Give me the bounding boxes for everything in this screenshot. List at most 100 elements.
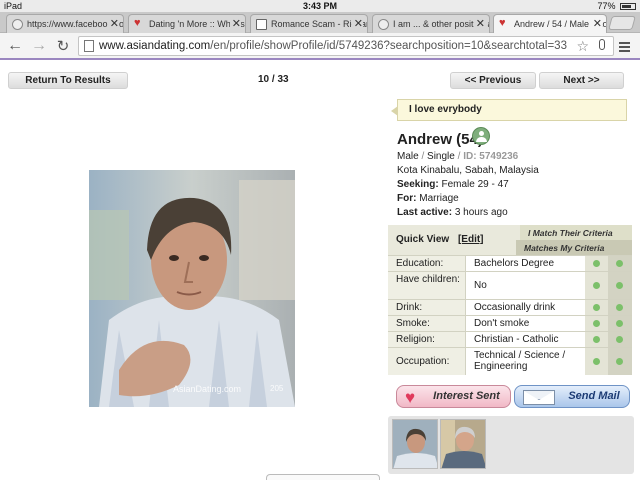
photo-watermark: AsianDating.com: [173, 384, 242, 394]
quick-view-row-drink: Drink: Occasionally drink: [388, 299, 632, 315]
battery-percent: 77%: [597, 1, 616, 11]
match-dot-icon: [616, 320, 623, 327]
row-label: Drink:: [388, 300, 465, 315]
quick-view-row-education: Education: Bachelors Degree: [388, 255, 632, 271]
tab-dating-n-more[interactable]: ♥ Dating 'n More :: Who is ✕: [128, 14, 246, 33]
profile-photo[interactable]: AsianDating.com 205: [89, 170, 295, 407]
match-dot-icon: [593, 358, 600, 365]
match-dot-icon: [593, 336, 600, 343]
row-label: Have children:: [388, 272, 465, 299]
quick-view-title-row: Quick View [Edit]: [396, 234, 484, 245]
match-dot-icon: [616, 358, 623, 365]
thumbnail-image: [441, 420, 485, 468]
profile-basics: Male / Single / ID: 5749236: [397, 151, 519, 162]
tab-bar: https://www.facebook.co ✕ ♥ Dating 'n Mo…: [0, 12, 640, 34]
forward-arrow-icon[interactable]: →: [30, 37, 48, 55]
result-counter: 10 / 33: [258, 74, 289, 85]
verified-user-icon: [472, 127, 490, 145]
close-icon[interactable]: ✕: [473, 17, 485, 30]
navigation-bar: ← → ↻ www.asiandating.com/en/profile/sho…: [0, 33, 640, 60]
heart-icon: ♥: [499, 17, 506, 29]
row-value: Bachelors Degree: [465, 256, 585, 271]
status-bar: iPad 3:43 PM 77%: [0, 0, 640, 12]
close-icon[interactable]: ✕: [229, 17, 241, 30]
row-label: Occupation:: [388, 348, 465, 375]
interest-sent-button[interactable]: ♥ Interest Sent: [396, 385, 511, 408]
row-value: Christian - Catholic: [465, 332, 585, 347]
bookmark-star-icon[interactable]: ☆: [576, 38, 589, 55]
match-dot-icon: [616, 304, 623, 311]
row-value: No: [465, 272, 585, 299]
profile-for: For: Marriage: [397, 193, 459, 204]
return-to-results-button[interactable]: Return To Results: [8, 72, 128, 89]
row-label: Smoke:: [388, 316, 465, 331]
quick-view-row-children: Have children: No: [388, 271, 632, 299]
new-tab-button[interactable]: [608, 16, 636, 30]
profile-location: Kota Kinabalu, Sabah, Malaysia: [397, 165, 539, 176]
last-active-label: Last active:: [397, 207, 453, 218]
page-icon: [84, 40, 94, 52]
mail-button-label: Send Mail: [568, 390, 620, 402]
marital-status: Single: [427, 151, 455, 162]
tab-i-am[interactable]: I am ... & other positive a ✕: [372, 14, 490, 33]
microphone-icon[interactable]: [599, 39, 605, 50]
match-dot-icon: [616, 282, 623, 289]
row-value: Technical / Science / Engineering: [465, 348, 585, 375]
thumbnail-photo[interactable]: [440, 419, 486, 469]
criteria-i-match-header: I Match Their Criteria: [520, 225, 632, 240]
envelope-icon: [523, 390, 555, 405]
row-value: Occasionally drink: [465, 300, 585, 315]
for-value: Marriage: [419, 193, 459, 204]
profile-id: ID: 5749236: [463, 151, 519, 162]
quick-view-edit-link[interactable]: [Edit]: [458, 234, 484, 245]
criteria-matches-mine-header: Matches My Criteria: [516, 240, 632, 255]
quick-view-row-occupation: Occupation: Technical / Science / Engine…: [388, 347, 632, 375]
match-dot-icon: [616, 336, 623, 343]
match-dot-icon: [593, 260, 600, 267]
match-dot-icon: [593, 304, 600, 311]
close-icon[interactable]: ✕: [590, 17, 602, 30]
heart-icon: ♥: [134, 17, 141, 29]
seeking-value: Female 29 - 47: [441, 179, 509, 190]
next-button[interactable]: Next >>: [539, 72, 624, 89]
send-mail-button[interactable]: Send Mail: [514, 385, 630, 408]
globe-icon: [12, 19, 23, 30]
profile-headline: I love evrybody: [391, 99, 627, 121]
thumbnail-image: [393, 420, 437, 468]
match-dot-icon: [593, 282, 600, 289]
back-arrow-icon[interactable]: ←: [6, 37, 24, 55]
tab-facebook[interactable]: https://www.facebook.co ✕: [6, 14, 124, 33]
tab-andrew-profile[interactable]: ♥ Andrew / 54 / Male / Kot ✕: [493, 14, 607, 34]
quick-view-title: Quick View: [396, 234, 450, 245]
quick-view-row-smoke: Smoke: Don't smoke: [388, 315, 632, 331]
bottom-element-partial: [266, 474, 380, 480]
menu-icon[interactable]: [619, 42, 630, 54]
profile-name: Andrew (54): [397, 131, 483, 148]
row-label: Education:: [388, 256, 465, 271]
previous-button[interactable]: << Previous: [450, 72, 536, 89]
thumbnail-photo[interactable]: [392, 419, 438, 469]
clock: 3:43 PM: [302, 1, 337, 11]
close-icon[interactable]: ✕: [107, 17, 119, 30]
close-icon[interactable]: ✕: [351, 17, 363, 30]
tab-romance-scam[interactable]: Romance Scam - Richar ✕: [250, 14, 368, 33]
profile-last-active: Last active: 3 hours ago: [397, 207, 508, 218]
for-label: For:: [397, 193, 417, 204]
address-bar[interactable]: www.asiandating.com/en/profile/showProfi…: [78, 36, 614, 56]
seeking-label: Seeking:: [397, 179, 439, 190]
gender: Male: [397, 151, 419, 162]
last-active-value: 3 hours ago: [454, 207, 508, 218]
profile-photo-image: [89, 170, 295, 407]
interest-button-label: Interest Sent: [433, 390, 500, 402]
row-value: Don't smoke: [465, 316, 585, 331]
profile-seeking: Seeking: Female 29 - 47: [397, 179, 509, 190]
globe-icon: [378, 19, 389, 30]
row-label: Religion:: [388, 332, 465, 347]
match-dot-icon: [616, 260, 623, 267]
quick-view-row-religion: Religion: Christian - Catholic: [388, 331, 632, 347]
photo-count: 205: [270, 384, 284, 393]
url-path: /en/profile/showProfile/id/5749236?searc…: [210, 40, 567, 52]
url-text[interactable]: www.asiandating.com/en/profile/showProfi…: [99, 40, 567, 52]
reload-icon[interactable]: ↻: [54, 37, 72, 55]
url-host: www.asiandating.com: [99, 40, 211, 52]
